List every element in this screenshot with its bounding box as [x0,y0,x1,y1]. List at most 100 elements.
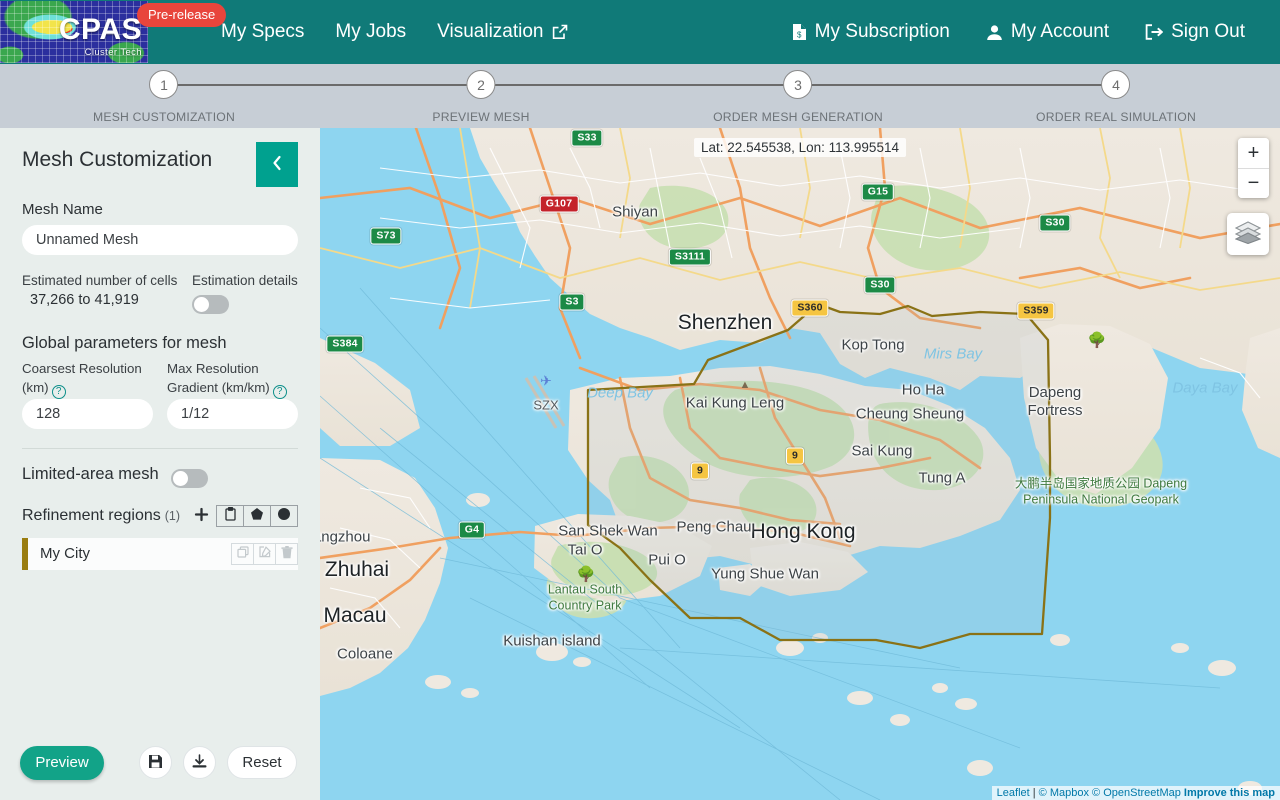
download-button[interactable] [183,746,216,779]
nav-sign-out[interactable]: Sign Out [1145,21,1245,43]
limited-area-row: Limited-area mesh [22,462,298,488]
map-layers-button[interactable] [1227,213,1269,255]
step-1-label: MESH CUSTOMIZATION [93,110,235,124]
footer-actions: Reset [139,746,297,779]
stepper-step-1[interactable]: 1 MESH CUSTOMIZATION [93,70,235,124]
logo-text: CPAS Cluster Tech [58,12,142,58]
app-root: CPAS Cluster Tech My Specs My Jobs Visua… [0,0,1280,800]
pre-release-badge: Pre-release [137,3,227,27]
nav-visualization-label: Visualization [437,21,544,42]
step-2-label: PREVIEW MESH [432,110,530,124]
step-2-number: 2 [466,70,496,99]
nav-my-account-label: My Account [1010,21,1110,42]
panel-divider [22,447,298,449]
mesh-customization-panel: Mesh Customization Mesh Name Estimated n… [0,128,320,800]
attribution-mapbox-link[interactable]: © Mapbox [1039,787,1089,799]
nav-my-specs-label: My Specs [221,21,305,42]
refinement-region-name: My City [40,545,90,563]
pentagon-icon [250,507,264,524]
step-3-number: 3 [783,70,813,99]
refinement-region-row[interactable]: My City [22,537,298,570]
top-navbar: CPAS Cluster Tech My Specs My Jobs Visua… [0,0,1280,64]
refinement-region-actions [231,542,298,565]
max-gradient-label: Max Resolution Gradient (km/km)? [167,360,298,399]
limited-area-toggle[interactable] [170,468,208,488]
account-nav: $ My Subscription My Account Sign Out [792,21,1245,43]
sign-out-icon [1145,24,1164,40]
stepper-step-3[interactable]: 3 ORDER MESH GENERATION [713,70,883,124]
refinement-regions-title: Refinement regions [22,506,161,524]
svg-text:$: $ [797,30,802,39]
stepper-step-2[interactable]: 2 PREVIEW MESH [432,70,529,124]
step-4-label: ORDER REAL SIMULATION [1036,110,1196,124]
add-region-button[interactable] [194,505,209,526]
estimation-details-toggle[interactable] [192,295,229,314]
nav-my-account[interactable]: My Account [986,21,1109,43]
limited-area-label: Limited-area mesh [22,465,159,484]
map-canvas[interactable]: Shenzhen Hong Kong Zhuhai Macau Shiyan K… [320,128,1280,800]
stepper-step-4[interactable]: 4 ORDER REAL SIMULATION [1036,70,1196,124]
nav-my-jobs[interactable]: My Jobs [335,21,406,43]
circle-region-button[interactable] [270,504,298,527]
limited-area-toggle-knob [172,470,188,486]
copy-icon [236,546,249,561]
max-gradient-field: Max Resolution Gradient (km/km)? [167,360,298,429]
estimate-cells: Estimated number of cells 37,266 to 41,9… [22,273,192,314]
zoom-in-button[interactable]: + [1238,138,1269,168]
collapse-panel-button[interactable] [256,142,298,187]
floppy-disk-icon [148,754,163,772]
peak-icon: ▲ [739,379,751,391]
nav-my-specs[interactable]: My Specs [221,21,304,43]
duplicate-region-button[interactable] [231,542,254,565]
paste-region-button[interactable] [216,504,244,527]
trash-icon [280,545,293,562]
file-invoice-icon: $ [792,23,807,41]
zoom-out-button[interactable]: − [1238,168,1269,198]
mesh-name-input[interactable] [22,225,298,255]
map-tiles [320,128,1280,800]
preview-button[interactable]: Preview [20,745,104,780]
question-circle-icon-coarsest[interactable]: ? [51,384,66,399]
refinement-regions-toolbar [194,504,298,527]
nav-my-subscription[interactable]: $ My Subscription [792,21,950,43]
attribution-improve-link[interactable]: Improve this map [1184,787,1275,799]
polygon-region-button[interactable] [243,504,271,527]
nav-my-subscription-label: My Subscription [814,21,950,42]
primary-nav: My Specs My Jobs Visualization [221,21,568,43]
circle-icon [277,507,291,524]
question-circle-icon-gradient[interactable]: ? [272,384,287,399]
external-link-icon [552,24,568,40]
max-gradient-label-text: Max Resolution Gradient (km/km) [167,361,270,395]
refinement-regions-header: Refinement regions (1) [22,504,298,527]
delete-region-button[interactable] [275,542,298,565]
park-tree-icon-dapeng: 🌳 [1087,332,1107,349]
coarsest-resolution-input[interactable] [22,398,153,429]
estimate-details: Estimation details [192,273,298,314]
attribution-osm-link[interactable]: © OpenStreetMap [1092,787,1181,799]
edit-region-button[interactable] [253,542,276,565]
logo-title: CPAS [58,12,142,46]
estimate-caption: Estimated number of cells [22,273,178,288]
global-params-title: Global parameters for mesh [22,334,227,352]
park-tree-icon-lantau: 🌳 [576,566,596,583]
airport-icon: ✈ [540,372,552,389]
chevron-left-icon [272,155,282,175]
pencil-square-icon [258,546,271,561]
layers-icon [1234,220,1262,249]
mesh-name-label: Mesh Name [22,201,103,218]
cpas-logo[interactable]: CPAS Cluster Tech [0,1,148,63]
reset-button[interactable]: Reset [227,746,297,779]
coarsest-resolution-label-text: Coarsest Resolution (km) [22,361,142,395]
attribution-leaflet-link[interactable]: Leaflet [997,787,1030,799]
refinement-regions-count: (1) [164,508,181,523]
download-icon [192,753,207,772]
step-4-number: 4 [1101,70,1131,99]
coarsest-resolution-label: Coarsest Resolution (km)? [22,360,153,399]
save-button[interactable] [139,746,172,779]
map-attribution: Leaflet | © Mapbox © OpenStreetMap Impro… [991,786,1280,800]
user-icon [986,24,1003,41]
logo-subtitle: Cluster Tech [84,46,142,58]
max-gradient-input[interactable] [167,398,298,429]
nav-visualization[interactable]: Visualization [437,21,567,43]
global-params-row: Coarsest Resolution (km)? Max Resolution… [22,360,298,429]
